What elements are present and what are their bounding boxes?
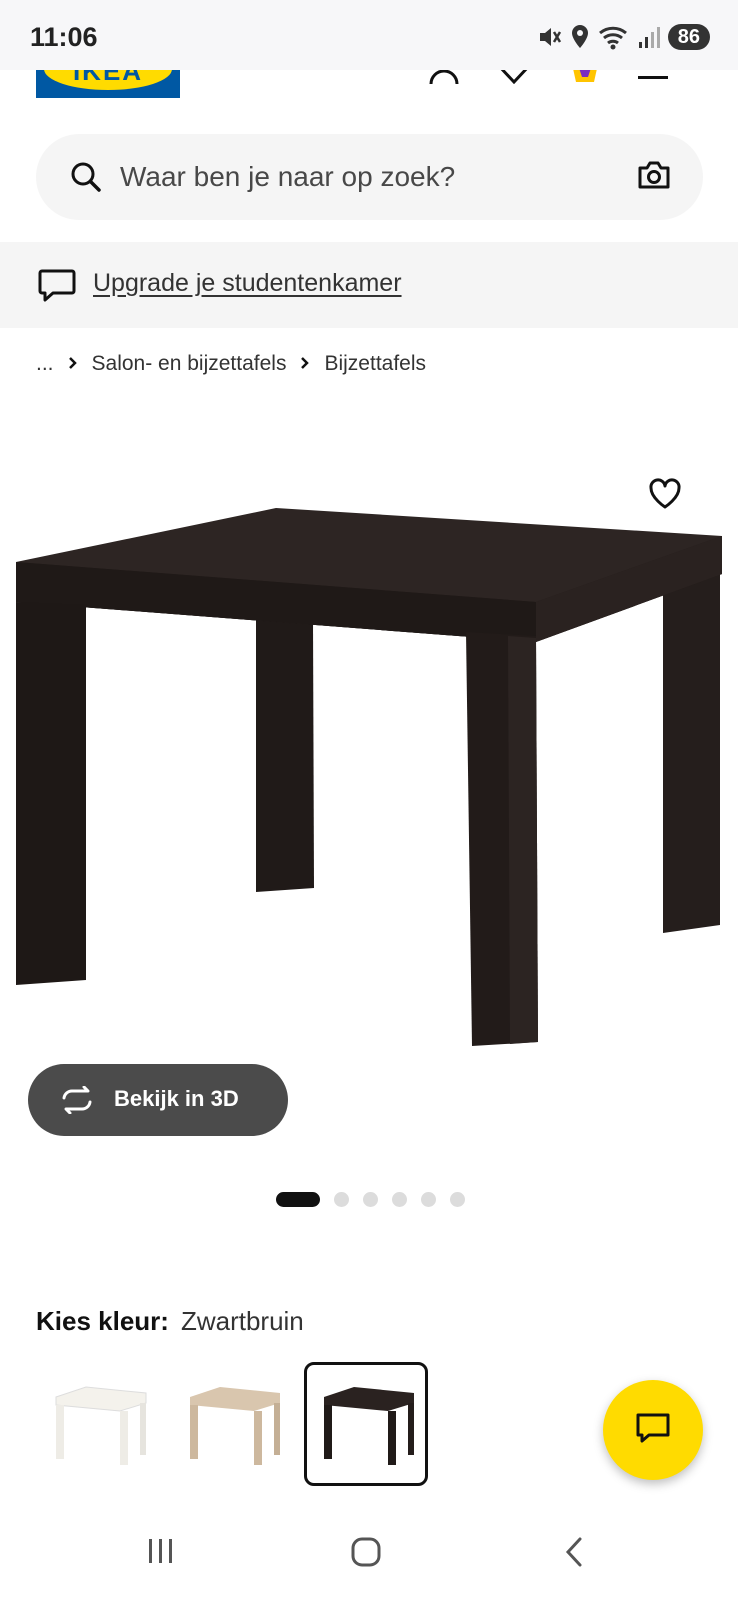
color-swatches [36,1362,428,1486]
recent-apps-icon[interactable] [146,1536,176,1571]
camera-search-icon[interactable] [637,160,671,195]
gallery-dot[interactable] [363,1192,378,1207]
location-icon [570,24,590,50]
gallery-dot[interactable] [334,1192,349,1207]
color-label-title: Kies kleur: [36,1306,169,1336]
promo-banner: Upgrade je studentenkamer [0,242,738,328]
breadcrumb: ... Salon- en bijzettafels Bijzettafels [36,352,426,376]
view-in-3d-label: Bekijk in 3D [114,1086,239,1111]
status-icons: 86 [536,24,710,50]
search-input[interactable] [120,156,600,198]
chevron-right-icon [300,352,310,376]
search-bar[interactable] [36,134,703,220]
breadcrumb-item-more[interactable]: ... [36,352,54,376]
breadcrumb-item-salon[interactable]: Salon- en bijzettafels [92,352,287,376]
breadcrumb-item-bijzettafels[interactable]: Bijzettafels [324,352,426,376]
rotate-3d-icon [58,1085,96,1119]
gallery-dot[interactable] [392,1192,407,1207]
speech-bubble-icon [38,268,76,307]
signal-icon [638,24,660,50]
back-icon[interactable] [562,1536,586,1573]
home-icon[interactable] [350,1536,382,1573]
wifi-icon [598,24,630,50]
selected-color: Zwartbruin [180,1306,304,1336]
system-nav-bar [0,1510,738,1600]
gallery-dot[interactable] [450,1192,465,1207]
chevron-right-icon [68,352,78,376]
view-in-3d-button[interactable]: Bekijk in 3D [28,1064,288,1136]
gallery-dot[interactable] [421,1192,436,1207]
add-to-wishlist-heart-icon[interactable] [648,478,682,515]
gallery-dot[interactable] [276,1192,320,1207]
swatch-white-oak[interactable] [170,1362,294,1486]
promo-link[interactable]: Upgrade je studentenkamer [93,269,402,298]
chat-icon [635,1412,671,1449]
swatch-white[interactable] [36,1362,160,1486]
gallery-pagination [276,1192,465,1207]
color-label: Kies kleur: Zwartbruin [36,1306,304,1337]
battery-indicator: 86 [667,24,710,50]
chat-button[interactable] [603,1380,703,1480]
search-icon [70,161,102,198]
mute-icon [536,24,562,50]
status-bar: 11:06 86 [0,0,738,70]
product-image[interactable] [0,470,738,1100]
swatch-black-brown[interactable] [304,1362,428,1486]
status-time: 11:06 [30,22,98,52]
